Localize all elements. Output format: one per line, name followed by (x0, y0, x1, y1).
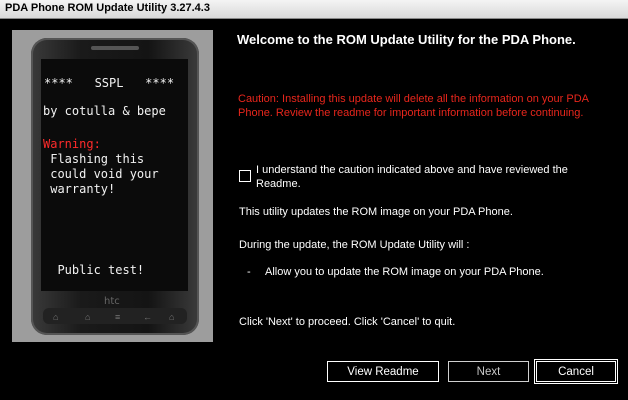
caution-text: Caution: Installing this update will del… (238, 93, 589, 119)
phone-line-authors: by cotulla & bepe (43, 104, 166, 118)
phone-illustration: **** SSPL **** by cotulla & bepe Warning… (31, 38, 199, 335)
title-bar: PDA Phone ROM Update Utility 3.27.4.3 (0, 0, 628, 19)
page-title: Welcome to the ROM Update Utility for th… (237, 32, 576, 47)
during-text: During the update, the ROM Update Utilit… (239, 239, 470, 251)
agree-checkbox-label[interactable]: I understand the caution indicated above… (256, 163, 606, 191)
bullet-dash: - (247, 266, 251, 278)
window-title: PDA Phone ROM Update Utility 3.27.4.3 (5, 2, 210, 14)
phone-speaker (91, 46, 139, 50)
phone-line-sspl: **** SSPL **** (44, 76, 175, 90)
phone-line-public-test: Public test! (43, 263, 145, 277)
phone-image-panel: **** SSPL **** by cotulla & bepe Warning… (12, 30, 213, 342)
htc-logo: htc (104, 296, 120, 307)
phone-line-void: could void your (43, 167, 159, 181)
proceed-text: Click 'Next' to proceed. Click 'Cancel' … (239, 316, 456, 328)
phone-call-key-icon: ⌂ (53, 312, 59, 322)
view-readme-button[interactable]: View Readme (327, 361, 439, 382)
phone-menu-key-icon: ≡ (115, 312, 121, 322)
bullet-text: Allow you to update the ROM image on you… (265, 266, 544, 278)
phone-home-key-icon: ⌂ (85, 312, 91, 322)
info-text: This utility updates the ROM image on yo… (239, 206, 513, 218)
next-button[interactable]: Next (448, 361, 529, 382)
phone-end-key-icon: ⌂ (169, 312, 175, 322)
phone-back-key-icon: ← (143, 312, 152, 322)
phone-screen: **** SSPL **** by cotulla & bepe Warning… (41, 59, 188, 291)
phone-keys: ⌂ ⌂ ≡ ← ⌂ (43, 308, 187, 324)
phone-line-warranty: warranty! (43, 182, 116, 196)
phone-line-flashing: Flashing this (43, 152, 145, 166)
phone-line-warning: Warning: (43, 137, 101, 151)
agree-checkbox[interactable] (239, 170, 251, 182)
cancel-button[interactable]: Cancel (536, 361, 616, 382)
